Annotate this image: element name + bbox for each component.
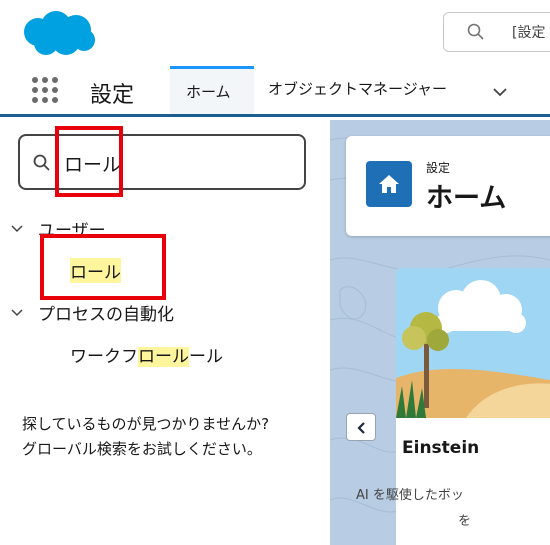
chevron-down-icon[interactable]	[10, 308, 24, 318]
card-description-line-2: を	[458, 514, 472, 529]
tab-home[interactable]: ホーム	[170, 66, 254, 114]
global-search-input[interactable]: [設定	[443, 12, 550, 52]
tab-object-manager[interactable]: オブジェクトマネージャー	[268, 78, 447, 99]
salesforce-logo[interactable]	[18, 10, 98, 58]
workflow-rules-part-1: ワークフ	[70, 347, 138, 367]
chevron-left-icon	[357, 422, 365, 434]
home-icon	[366, 161, 412, 207]
tree-item-workflow-rules[interactable]: ワークフロールール	[70, 342, 223, 367]
not-found-message: 探しているものが見つかりませんか? グローバル検索をお試しください。	[22, 412, 269, 462]
workflow-rules-highlight: ロール	[138, 347, 189, 367]
tab-home-label: ホーム	[186, 83, 231, 101]
tree-group-process-automation[interactable]: プロセスの自動化	[38, 300, 174, 325]
breadcrumb: 設定	[426, 161, 451, 175]
not-found-line-2: グローバル検索をお試しください。	[22, 440, 262, 458]
einstein-card	[396, 268, 550, 545]
not-found-line-1: 探しているものが見つかりませんか?	[22, 415, 270, 433]
collapse-sidebar-button[interactable]	[346, 413, 376, 441]
workflow-rules-part-2: ール	[189, 347, 223, 367]
main-content: 設定 ホーム Einstein AI を駆使したボッ を	[330, 120, 550, 545]
search-icon	[467, 23, 484, 40]
card-title: Einstein	[402, 438, 480, 458]
einstein-illustration	[396, 268, 550, 418]
app-name: 設定	[90, 83, 135, 108]
setup-sidebar: ロール ユーザー ロール プロセスの自動化 ワークフロールール 探しているものが…	[0, 120, 330, 545]
app-launcher-icon[interactable]	[32, 77, 60, 105]
global-search-placeholder: [設定	[512, 25, 546, 41]
chevron-down-icon[interactable]	[492, 86, 508, 98]
app-nav-bar: 設定 ホーム オブジェクトマネージャー	[0, 66, 550, 117]
annotation-box-search	[55, 126, 123, 197]
annotation-box-roles	[40, 234, 166, 300]
chevron-down-icon[interactable]	[10, 224, 24, 234]
page-title: ホーム	[426, 183, 507, 214]
search-icon	[33, 154, 50, 171]
page-header: 設定 ホーム	[346, 136, 550, 236]
card-description-line-1: AI を駆使したボッ	[356, 488, 464, 503]
global-header: [設定	[0, 0, 550, 66]
